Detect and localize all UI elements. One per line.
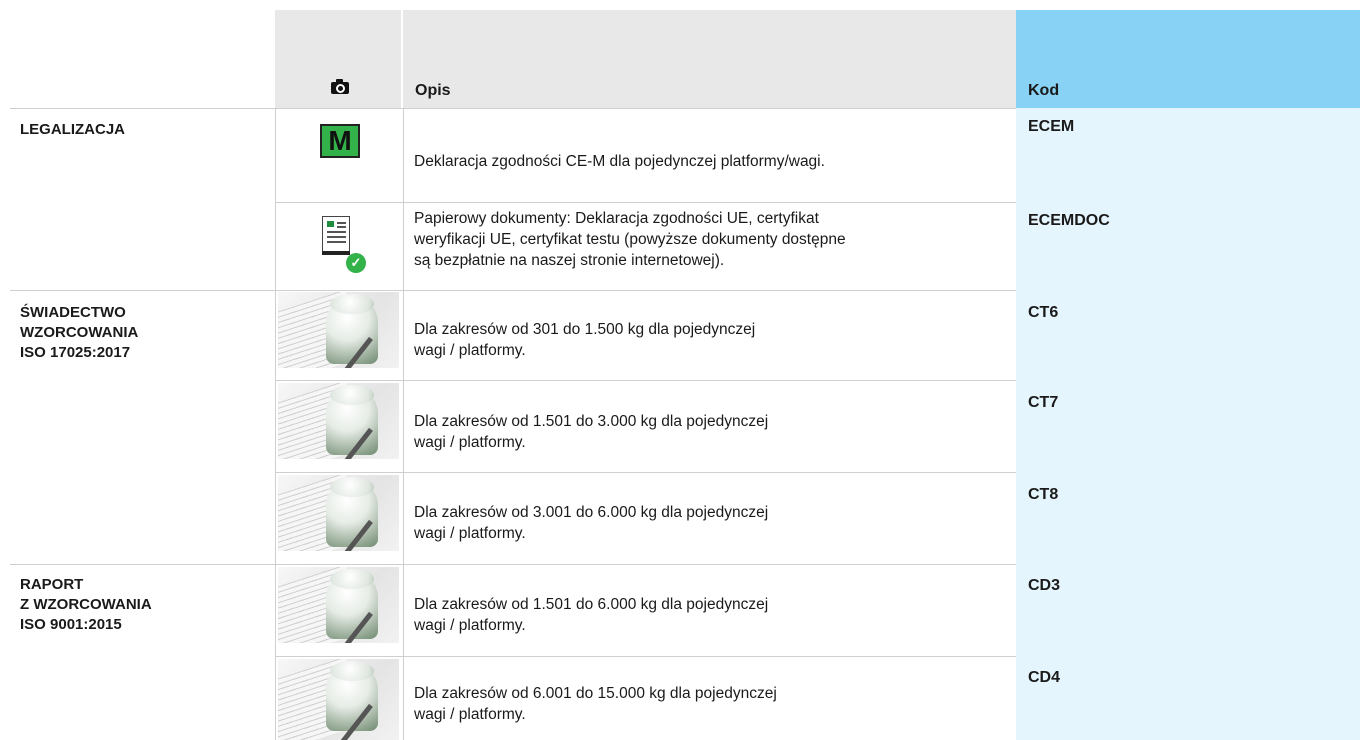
header-photo-cell bbox=[275, 10, 403, 108]
calibration-weight-photo bbox=[278, 292, 399, 368]
calibration-weight-photo bbox=[278, 383, 399, 459]
calibration-weight-photo bbox=[278, 475, 399, 551]
category-raport-z-wzorcowania: RAPORT Z WZORCOWANIA ISO 9001:2015 bbox=[20, 576, 152, 633]
row-divider bbox=[275, 380, 1016, 381]
m-marking-icon: M bbox=[320, 124, 360, 158]
header-opis-label: Opis bbox=[415, 82, 451, 99]
row-description: Dla zakresów od 1.501 do 6.000 kg dla po… bbox=[414, 596, 769, 634]
calibration-weight-photo bbox=[278, 659, 399, 740]
column-divider bbox=[275, 108, 276, 740]
calibration-weight-photo bbox=[278, 567, 399, 643]
row-code: ECEMDOC bbox=[1028, 212, 1110, 229]
camera-icon bbox=[331, 79, 349, 94]
code-column-background bbox=[1016, 108, 1360, 740]
row-code: CT6 bbox=[1028, 304, 1059, 321]
row-description: Dla zakresów od 3.001 do 6.000 kg dla po… bbox=[414, 504, 769, 542]
row-description: Deklaracja zgodności CE-M dla pojedyncze… bbox=[414, 153, 825, 170]
header-kod-cell: Kod bbox=[1016, 10, 1360, 108]
row-description: Papierowy dokumenty: Deklaracja zgodnośc… bbox=[414, 210, 846, 269]
row-divider bbox=[10, 290, 1016, 291]
column-divider bbox=[403, 108, 404, 740]
row-description: Dla zakresów od 1.501 do 3.000 kg dla po… bbox=[414, 413, 769, 451]
row-divider bbox=[275, 202, 1016, 203]
row-description: Dla zakresów od 6.001 do 15.000 kg dla p… bbox=[414, 685, 777, 723]
row-description: Dla zakresów od 301 do 1.500 kg dla poje… bbox=[414, 321, 756, 359]
category-swiadectwo-wzorcowania: ŚWIADECTWO WZORCOWANIA ISO 17025:2017 bbox=[20, 304, 139, 361]
row-divider bbox=[275, 472, 1016, 473]
row-code: CT8 bbox=[1028, 486, 1059, 503]
document-check-icon bbox=[322, 216, 350, 255]
row-divider bbox=[10, 108, 1016, 109]
category-legalizacja: LEGALIZACJA bbox=[20, 121, 125, 138]
check-icon: ✓ bbox=[346, 253, 366, 273]
header-opis-cell: Opis bbox=[403, 10, 1016, 108]
row-divider bbox=[10, 564, 1016, 565]
row-divider bbox=[275, 656, 1016, 657]
row-code: CD4 bbox=[1028, 669, 1061, 686]
header-kod-label: Kod bbox=[1028, 82, 1060, 99]
row-code: CD3 bbox=[1028, 577, 1061, 594]
row-code: ECEM bbox=[1028, 118, 1075, 135]
row-code: CT7 bbox=[1028, 394, 1059, 411]
